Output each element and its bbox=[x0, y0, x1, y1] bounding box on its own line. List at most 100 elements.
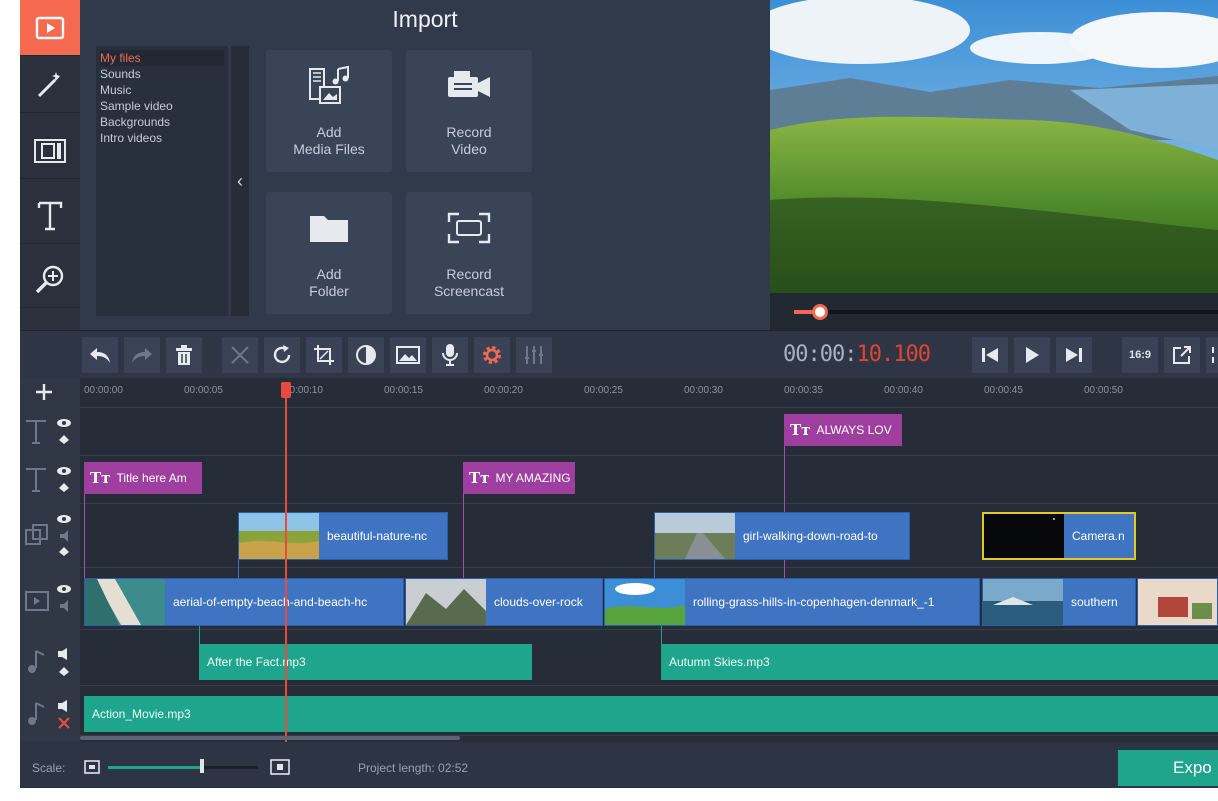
visibility-eye-icon[interactable] bbox=[56, 514, 72, 558]
zoom-out-icon[interactable] bbox=[84, 760, 100, 774]
title-clip[interactable]: Tт ALWAYS LOV bbox=[784, 414, 902, 446]
collapse-list-button[interactable]: ‹ bbox=[231, 46, 249, 316]
import-category-list: My files Sounds Music Sample video Backg… bbox=[96, 46, 228, 316]
clip-label: Title here Am bbox=[116, 471, 187, 485]
clip-thumbnail bbox=[239, 513, 319, 559]
seek-bar[interactable] bbox=[794, 310, 1218, 314]
detach-player-button[interactable] bbox=[1164, 337, 1200, 373]
sidebar-titles-button[interactable] bbox=[20, 188, 80, 244]
cut-button[interactable] bbox=[222, 337, 258, 373]
sidebar-import-button[interactable] bbox=[20, 0, 80, 56]
title-clip[interactable]: Tт Title here Am bbox=[84, 462, 202, 494]
volume-icon[interactable] bbox=[56, 648, 72, 678]
sidebar-transitions-button[interactable] bbox=[20, 123, 80, 179]
sidebar-filters-button[interactable] bbox=[20, 57, 80, 113]
aspect-ratio-button[interactable]: 16:9 bbox=[1122, 337, 1158, 373]
mute-icon[interactable] bbox=[56, 700, 72, 730]
seek-handle[interactable] bbox=[812, 304, 828, 320]
list-item-sounds[interactable]: Sounds bbox=[100, 66, 224, 82]
list-item-music[interactable]: Music bbox=[100, 82, 224, 98]
previous-frame-button[interactable] bbox=[972, 337, 1008, 373]
list-item-intro-videos[interactable]: Intro videos bbox=[100, 130, 224, 146]
audio-clip[interactable]: Action_Movie.mp3 bbox=[84, 696, 1218, 732]
edit-toolbar: 00:00:10.100 16:9 bbox=[20, 330, 1218, 378]
delete-button[interactable] bbox=[166, 337, 202, 373]
settings-icon bbox=[483, 346, 501, 364]
color-adjust-button[interactable] bbox=[348, 337, 384, 373]
scale-slider-handle[interactable] bbox=[200, 759, 204, 773]
fullscreen-button[interactable] bbox=[1206, 337, 1218, 373]
clip-thumbnail bbox=[984, 514, 1064, 558]
add-track-icon[interactable] bbox=[34, 382, 54, 402]
overlay-video-clip[interactable]: girl-walking-down-road-to bbox=[654, 512, 910, 560]
ruler-label: 00:00:35 bbox=[784, 385, 823, 396]
zoom-in-icon[interactable] bbox=[270, 759, 290, 775]
clip-thumbnail bbox=[655, 513, 735, 559]
main-video-clip[interactable]: rolling-grass-hills-in-copenhagen-denmar… bbox=[604, 578, 980, 626]
fullscreen-icon bbox=[1212, 347, 1214, 363]
list-item-my-files[interactable]: My files bbox=[100, 50, 224, 66]
project-length: Project length: 02:52 bbox=[358, 761, 469, 775]
main-video-clip[interactable] bbox=[1137, 578, 1218, 626]
visibility-eye-icon[interactable] bbox=[56, 584, 72, 614]
clip-label: aerial-of-empty-beach-and-beach-hc bbox=[173, 595, 368, 609]
color-adjust-icon bbox=[356, 345, 376, 365]
ruler-label: 00:00:20 bbox=[484, 385, 523, 396]
clip-label: clouds-over-rock bbox=[494, 595, 583, 609]
export-button[interactable]: Expo bbox=[1118, 750, 1218, 786]
title-track-2[interactable] bbox=[80, 456, 1218, 504]
playback-timecode: 00:00:10.100 bbox=[783, 342, 931, 367]
clip-link-line bbox=[84, 492, 85, 582]
visibility-eye-icon[interactable] bbox=[56, 466, 72, 494]
scale-label: Scale: bbox=[32, 761, 66, 775]
timeline-scrollbar[interactable] bbox=[80, 736, 460, 740]
magic-wand-icon bbox=[37, 71, 60, 97]
crop-button[interactable] bbox=[306, 337, 342, 373]
next-frame-button[interactable] bbox=[1056, 337, 1092, 373]
playhead[interactable] bbox=[285, 382, 287, 742]
skip-back-icon bbox=[982, 348, 998, 362]
tile-label-line2: Media Files bbox=[293, 141, 365, 157]
clip-label: Camera.n bbox=[1072, 529, 1125, 543]
sidebar-zoom-button[interactable] bbox=[20, 252, 80, 308]
playhead-handle[interactable] bbox=[281, 382, 291, 398]
add-folder-button[interactable]: Add Folder bbox=[266, 192, 392, 314]
list-item-sample-video[interactable]: Sample video bbox=[100, 98, 224, 114]
overlay-video-clip-selected[interactable]: Camera.n bbox=[982, 512, 1136, 560]
record-voice-button[interactable] bbox=[432, 337, 468, 373]
tile-label-line2: Folder bbox=[309, 283, 349, 299]
title-clip[interactable]: Tт MY AMAZING bbox=[463, 462, 575, 494]
visibility-eye-icon[interactable] bbox=[56, 418, 72, 446]
audio-clip[interactable]: Autumn Skies.mp3 bbox=[661, 644, 1218, 680]
audio-clip[interactable]: After the Fact.mp3 bbox=[199, 644, 532, 680]
clip-properties-button[interactable] bbox=[474, 337, 510, 373]
add-media-files-button[interactable]: Add Media Files bbox=[266, 50, 392, 172]
redo-button[interactable] bbox=[124, 337, 160, 373]
video-preview[interactable] bbox=[770, 0, 1218, 293]
rotate-button[interactable] bbox=[264, 337, 300, 373]
undo-icon bbox=[90, 348, 110, 363]
chevron-left-icon: ‹ bbox=[237, 170, 243, 191]
overlay-track-icon bbox=[25, 524, 48, 545]
clip-link-line bbox=[199, 624, 200, 646]
record-video-button[interactable]: Record Video bbox=[406, 50, 532, 172]
image-button[interactable] bbox=[390, 337, 426, 373]
clip-thumbnail bbox=[85, 579, 165, 625]
main-video-clip[interactable]: clouds-over-rock bbox=[405, 578, 603, 626]
timeline: 00:00:00 00:00:05 00:00:10 00:00:15 00:0… bbox=[20, 378, 1218, 742]
scale-slider[interactable] bbox=[108, 766, 258, 769]
title-track-1[interactable] bbox=[80, 408, 1218, 456]
equalizer-button[interactable] bbox=[516, 337, 552, 373]
clip-label: Action_Movie.mp3 bbox=[92, 707, 191, 721]
main-video-clip[interactable]: aerial-of-empty-beach-and-beach-hc bbox=[84, 578, 404, 626]
record-screencast-button[interactable]: Record Screencast bbox=[406, 192, 532, 314]
undo-button[interactable] bbox=[82, 337, 118, 373]
time-ruler[interactable]: 00:00:00 00:00:05 00:00:10 00:00:15 00:0… bbox=[80, 378, 1218, 408]
play-button[interactable] bbox=[1014, 337, 1050, 373]
cut-icon bbox=[231, 346, 249, 364]
overlay-video-clip[interactable]: beautiful-nature-nc bbox=[238, 512, 448, 560]
image-icon bbox=[396, 346, 420, 364]
main-video-clip[interactable]: southern bbox=[982, 578, 1136, 626]
redo-icon bbox=[132, 348, 152, 363]
list-item-backgrounds[interactable]: Backgrounds bbox=[100, 114, 224, 130]
